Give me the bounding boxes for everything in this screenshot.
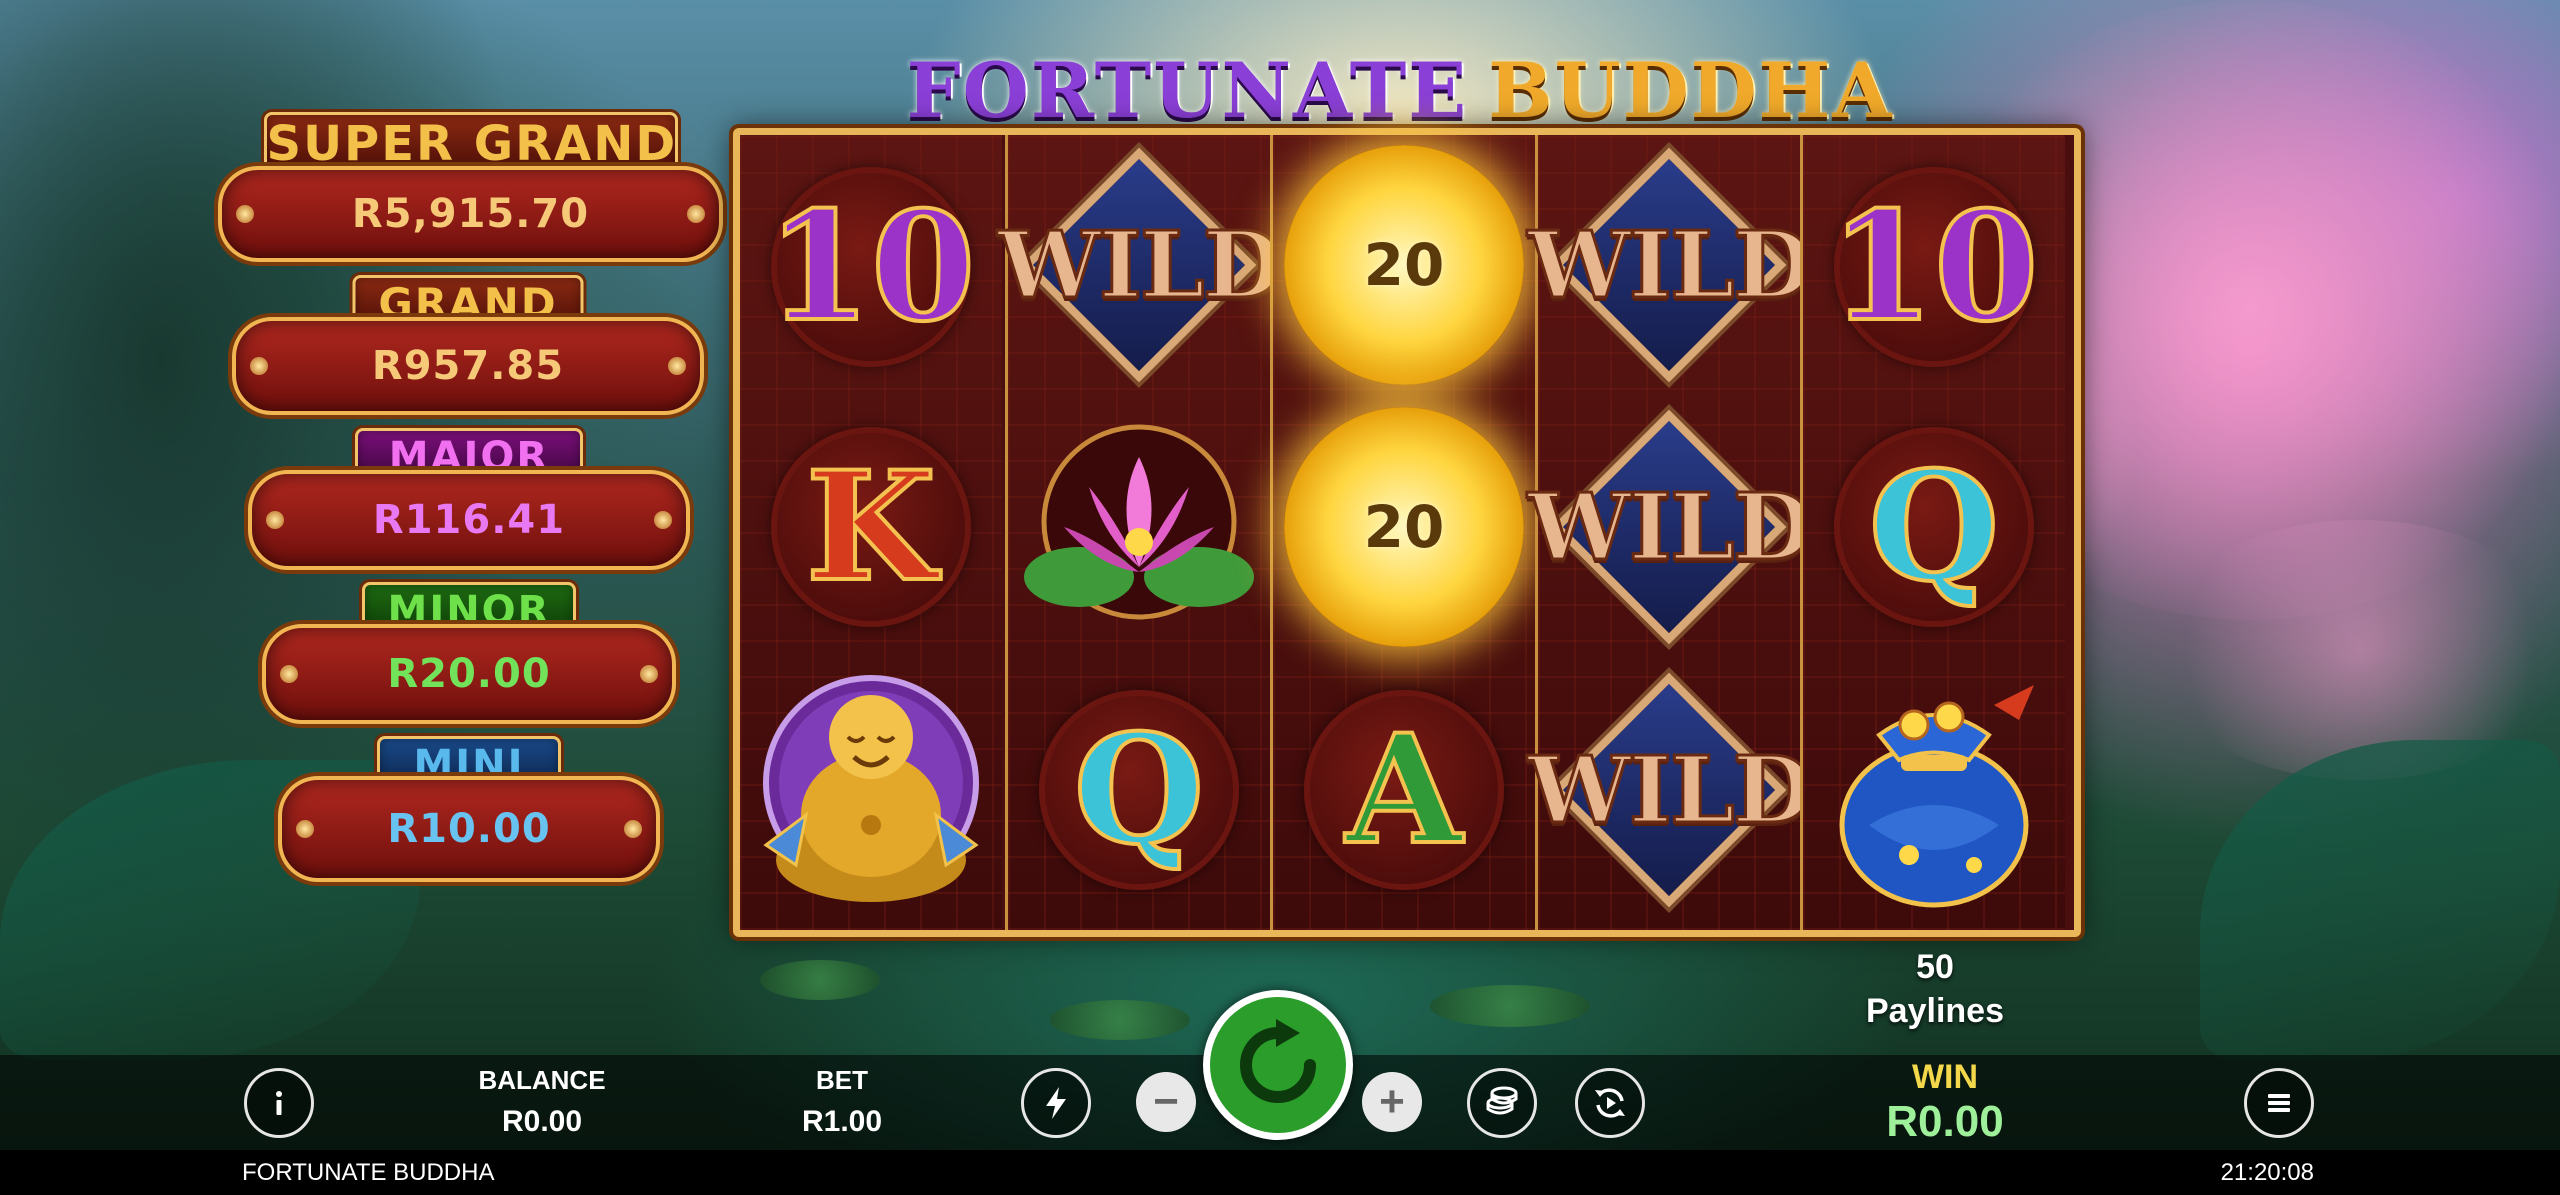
bet-label: BET [816,1065,868,1095]
lotus-icon [1024,424,1254,620]
turbo-button[interactable] [1021,1068,1091,1138]
symbol-ten: 10 [1803,137,2065,397]
title-word-2: BUDDHA [1488,45,1894,135]
reel-frame: 10 K WILD Q 20 20 A WILD WILD WILD 10 Q [733,128,2081,937]
lily-pad [1050,1000,1190,1040]
wild-label: WILD [1526,210,1814,321]
paylines-label: Paylines [1866,992,2004,1030]
autoplay-icon [1595,1088,1625,1118]
reel-2: WILD Q [996,135,1284,930]
jackpot-grand: GRAND R957.85 [232,275,704,415]
paylines-count: 50 [1916,948,1954,986]
lily-pad [760,960,880,1000]
plus-icon: + [1379,1077,1405,1126]
spin-icon [1240,1019,1316,1103]
lightning-icon [1046,1087,1066,1119]
jackpot-super-grand: SUPER GRAND R5,915.70 [218,112,723,262]
minus-icon: − [1153,1077,1179,1126]
balance-value: R0.00 [501,1105,583,1138]
info-icon [276,1091,282,1115]
lily-pad [1430,985,1590,1027]
footer-clock: 21:20:08 [2220,1159,2314,1186]
symbol-label: Q [1072,702,1207,878]
symbol-wild: WILD [1526,660,1814,920]
reel-1: 10 K [740,135,1002,930]
wild-label: WILD [1526,735,1814,846]
jackpot-value: R10.00 [278,776,660,882]
jackpot-value: R5,915.70 [218,166,723,262]
wild-label: WILD [1526,472,1814,583]
coin-value: 20 [1363,231,1445,299]
increase-bet-button[interactable]: + [1362,1072,1422,1132]
wild-label: WILD [996,210,1284,321]
game-title: FORTUNATE BUDDHA [907,45,1892,135]
symbol-buddha [740,660,1002,920]
symbol-ace: A [1273,660,1535,920]
decrease-bet-button[interactable]: − [1136,1072,1196,1132]
coin-value: 20 [1363,493,1445,561]
symbol-label: 10 [765,179,978,355]
money-bag-icon [1839,685,2034,908]
spin-button[interactable] [1203,990,1353,1140]
symbol-label: K [804,439,938,615]
symbol-king: K [740,397,1002,657]
symbol-label: 10 [1828,179,2041,355]
jackpot-value: R20.00 [262,624,676,724]
bet-settings-button[interactable] [1467,1068,1537,1138]
symbol-ten: 10 [740,137,1002,397]
symbol-wild: WILD [996,135,1284,395]
jackpot-minor: MINOR R20.00 [262,582,676,724]
title-word-1: FORTUNATE [906,45,1469,135]
symbol-money-bag [1803,660,2065,920]
symbol-queen: Q [1803,397,2065,657]
balance-label: BALANCE [478,1065,606,1095]
win-label: WIN [1911,1058,1979,1096]
hamburger-icon [2268,1094,2290,1112]
symbol-label: Q [1867,439,2002,615]
jackpot-major: MAJOR R116.41 [248,428,690,570]
coins-stack-icon [1486,1086,1518,1115]
symbol-sun-coin: 20 [1273,397,1535,657]
footer-game-title: FORTUNATE BUDDHA [242,1159,495,1186]
jackpot-value: R957.85 [232,317,704,415]
bet-value: R1.00 [801,1105,883,1138]
jackpot-value: R116.41 [248,470,690,570]
footer-bar: FORTUNATE BUDDHA 21:20:08 [0,1150,2560,1195]
reel-4: WILD WILD WILD [1526,135,1814,930]
reel-5: 10 Q [1800,135,2065,930]
buddha-icon [763,675,979,902]
symbol-queen: Q [1008,660,1270,920]
jackpot-mini: MINI R10.00 [278,736,660,882]
autoplay-button[interactable] [1575,1068,1645,1138]
reel-3: 20 20 A [1270,135,1535,930]
symbol-wild: WILD [1526,397,1814,657]
symbol-label: A [1344,702,1464,878]
symbol-sun-coin: 20 [1273,135,1535,395]
menu-button[interactable] [2244,1068,2314,1138]
info-button[interactable] [244,1068,314,1138]
symbol-wild: WILD [1526,135,1814,395]
symbol-lotus [1008,397,1270,657]
win-value: R0.00 [1886,1097,2004,1146]
fern [2200,740,2560,1060]
paylines-indicator: 50 Paylines [1810,945,2060,1033]
